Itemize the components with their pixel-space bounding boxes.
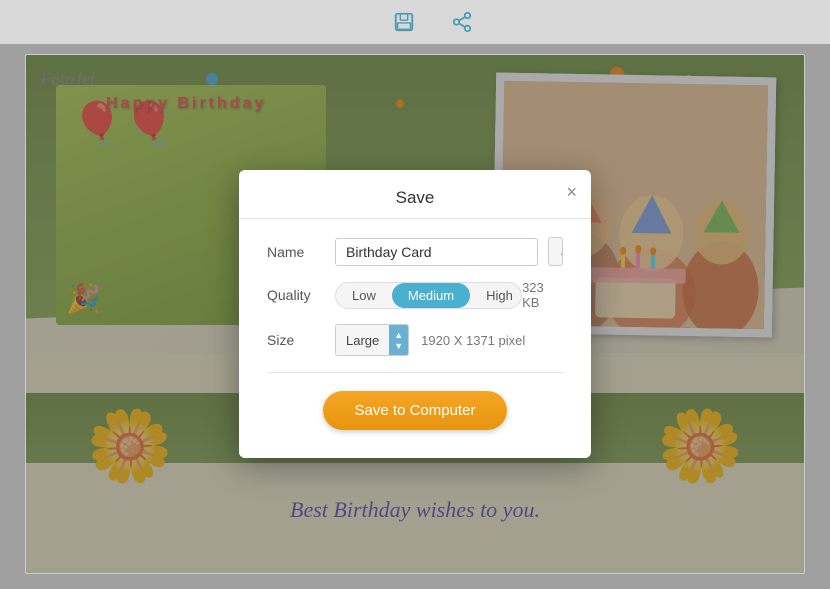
save-icon — [393, 11, 415, 33]
quality-label: Quality — [267, 287, 335, 303]
dialog-title: Save — [396, 188, 435, 207]
dialog-close-button[interactable]: × — [566, 183, 577, 201]
format-selector[interactable]: JPG PNG ▲▼ — [548, 237, 563, 266]
size-value-label: Large — [336, 328, 389, 353]
name-row: Name JPG PNG ▲▼ — [267, 237, 563, 266]
quality-row: Quality Low Medium High 323 KB — [267, 280, 563, 310]
modal-overlay: Save × Name JPG PNG ▲▼ — [26, 55, 804, 573]
quality-medium-button[interactable]: Medium — [392, 283, 470, 308]
size-arrows-icon[interactable]: ▲ ▼ — [389, 325, 408, 355]
dialog-body: Name JPG PNG ▲▼ Quality Low — [239, 219, 591, 430]
back-button[interactable] — [353, 18, 361, 26]
file-size-label: 323 KB — [522, 280, 563, 310]
dialog-header: Save × — [239, 170, 591, 219]
share-icon — [451, 11, 473, 33]
format-select[interactable]: JPG PNG — [549, 238, 563, 265]
quality-low-button[interactable]: Low — [336, 283, 392, 308]
save-dialog: Save × Name JPG PNG ▲▼ — [239, 170, 591, 458]
canvas-area: FotoJet 🎈🎈 Happy Birthday 🎉 — [25, 54, 805, 574]
size-label: Size — [267, 332, 335, 348]
pixel-info-label: 1920 X 1371 pixel — [421, 333, 525, 348]
save-to-computer-button[interactable]: Save to Computer — [323, 391, 508, 430]
size-selector[interactable]: Large ▲ ▼ — [335, 324, 409, 356]
name-label: Name — [267, 244, 335, 260]
size-row: Size Large ▲ ▼ 1920 X 1371 pixel — [267, 324, 563, 356]
dialog-divider — [267, 372, 563, 373]
toolbar — [0, 0, 830, 44]
save-button-wrapper: Save to Computer — [267, 391, 563, 430]
quality-group: Low Medium High — [335, 282, 522, 309]
quality-high-button[interactable]: High — [470, 283, 522, 308]
save-icon-button[interactable] — [389, 7, 419, 37]
filename-input[interactable] — [335, 238, 538, 266]
share-button[interactable] — [447, 7, 477, 37]
